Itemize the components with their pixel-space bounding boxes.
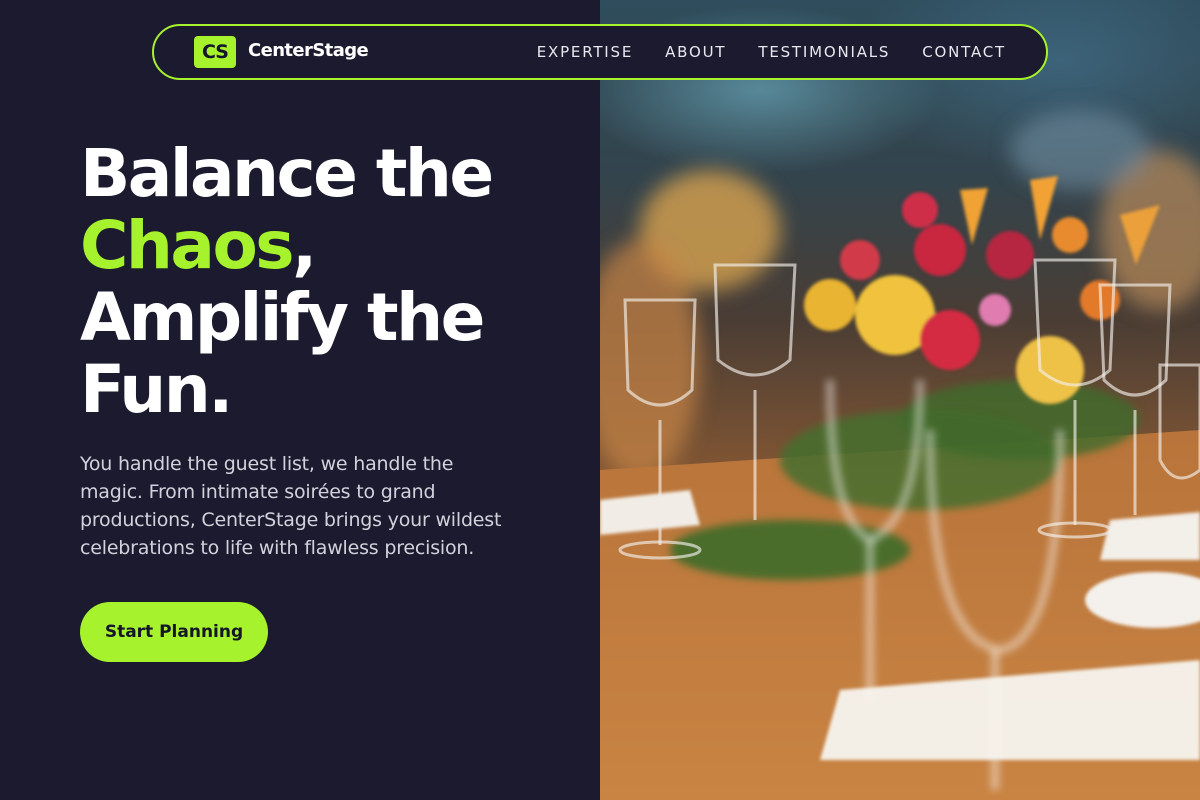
headline-line-3: Amplify the: [80, 279, 485, 356]
nav-link-expertise[interactable]: EXPERTISE: [537, 43, 633, 61]
event-table-photo: [600, 0, 1200, 800]
nav-link-contact[interactable]: CONTACT: [922, 43, 1006, 61]
headline-comma: ,: [292, 207, 317, 284]
hero-lead-text: You handle the guest list, we handle the…: [80, 453, 502, 559]
nav-link-testimonials[interactable]: TESTIMONIALS: [758, 43, 890, 61]
headline-accent-word: Chaos: [80, 207, 295, 284]
logo-mark[interactable]: CS: [194, 36, 236, 68]
start-planning-button[interactable]: Start Planning: [80, 602, 268, 662]
hero-headline: Balance the Chaos, Amplify the Fun.: [80, 138, 600, 426]
main-nav: CS CenterStage EXPERTISE ABOUT TESTIMONI…: [152, 24, 1048, 80]
nav-link-about[interactable]: ABOUT: [665, 43, 726, 61]
headline-line-1: Balance the: [80, 135, 494, 212]
brand-name[interactable]: CenterStage: [248, 40, 369, 61]
headline-line-4: Fun.: [80, 351, 233, 428]
nav-links: EXPERTISE ABOUT TESTIMONIALS CONTACT: [537, 26, 1006, 78]
photo-illustration: [600, 110, 1200, 800]
